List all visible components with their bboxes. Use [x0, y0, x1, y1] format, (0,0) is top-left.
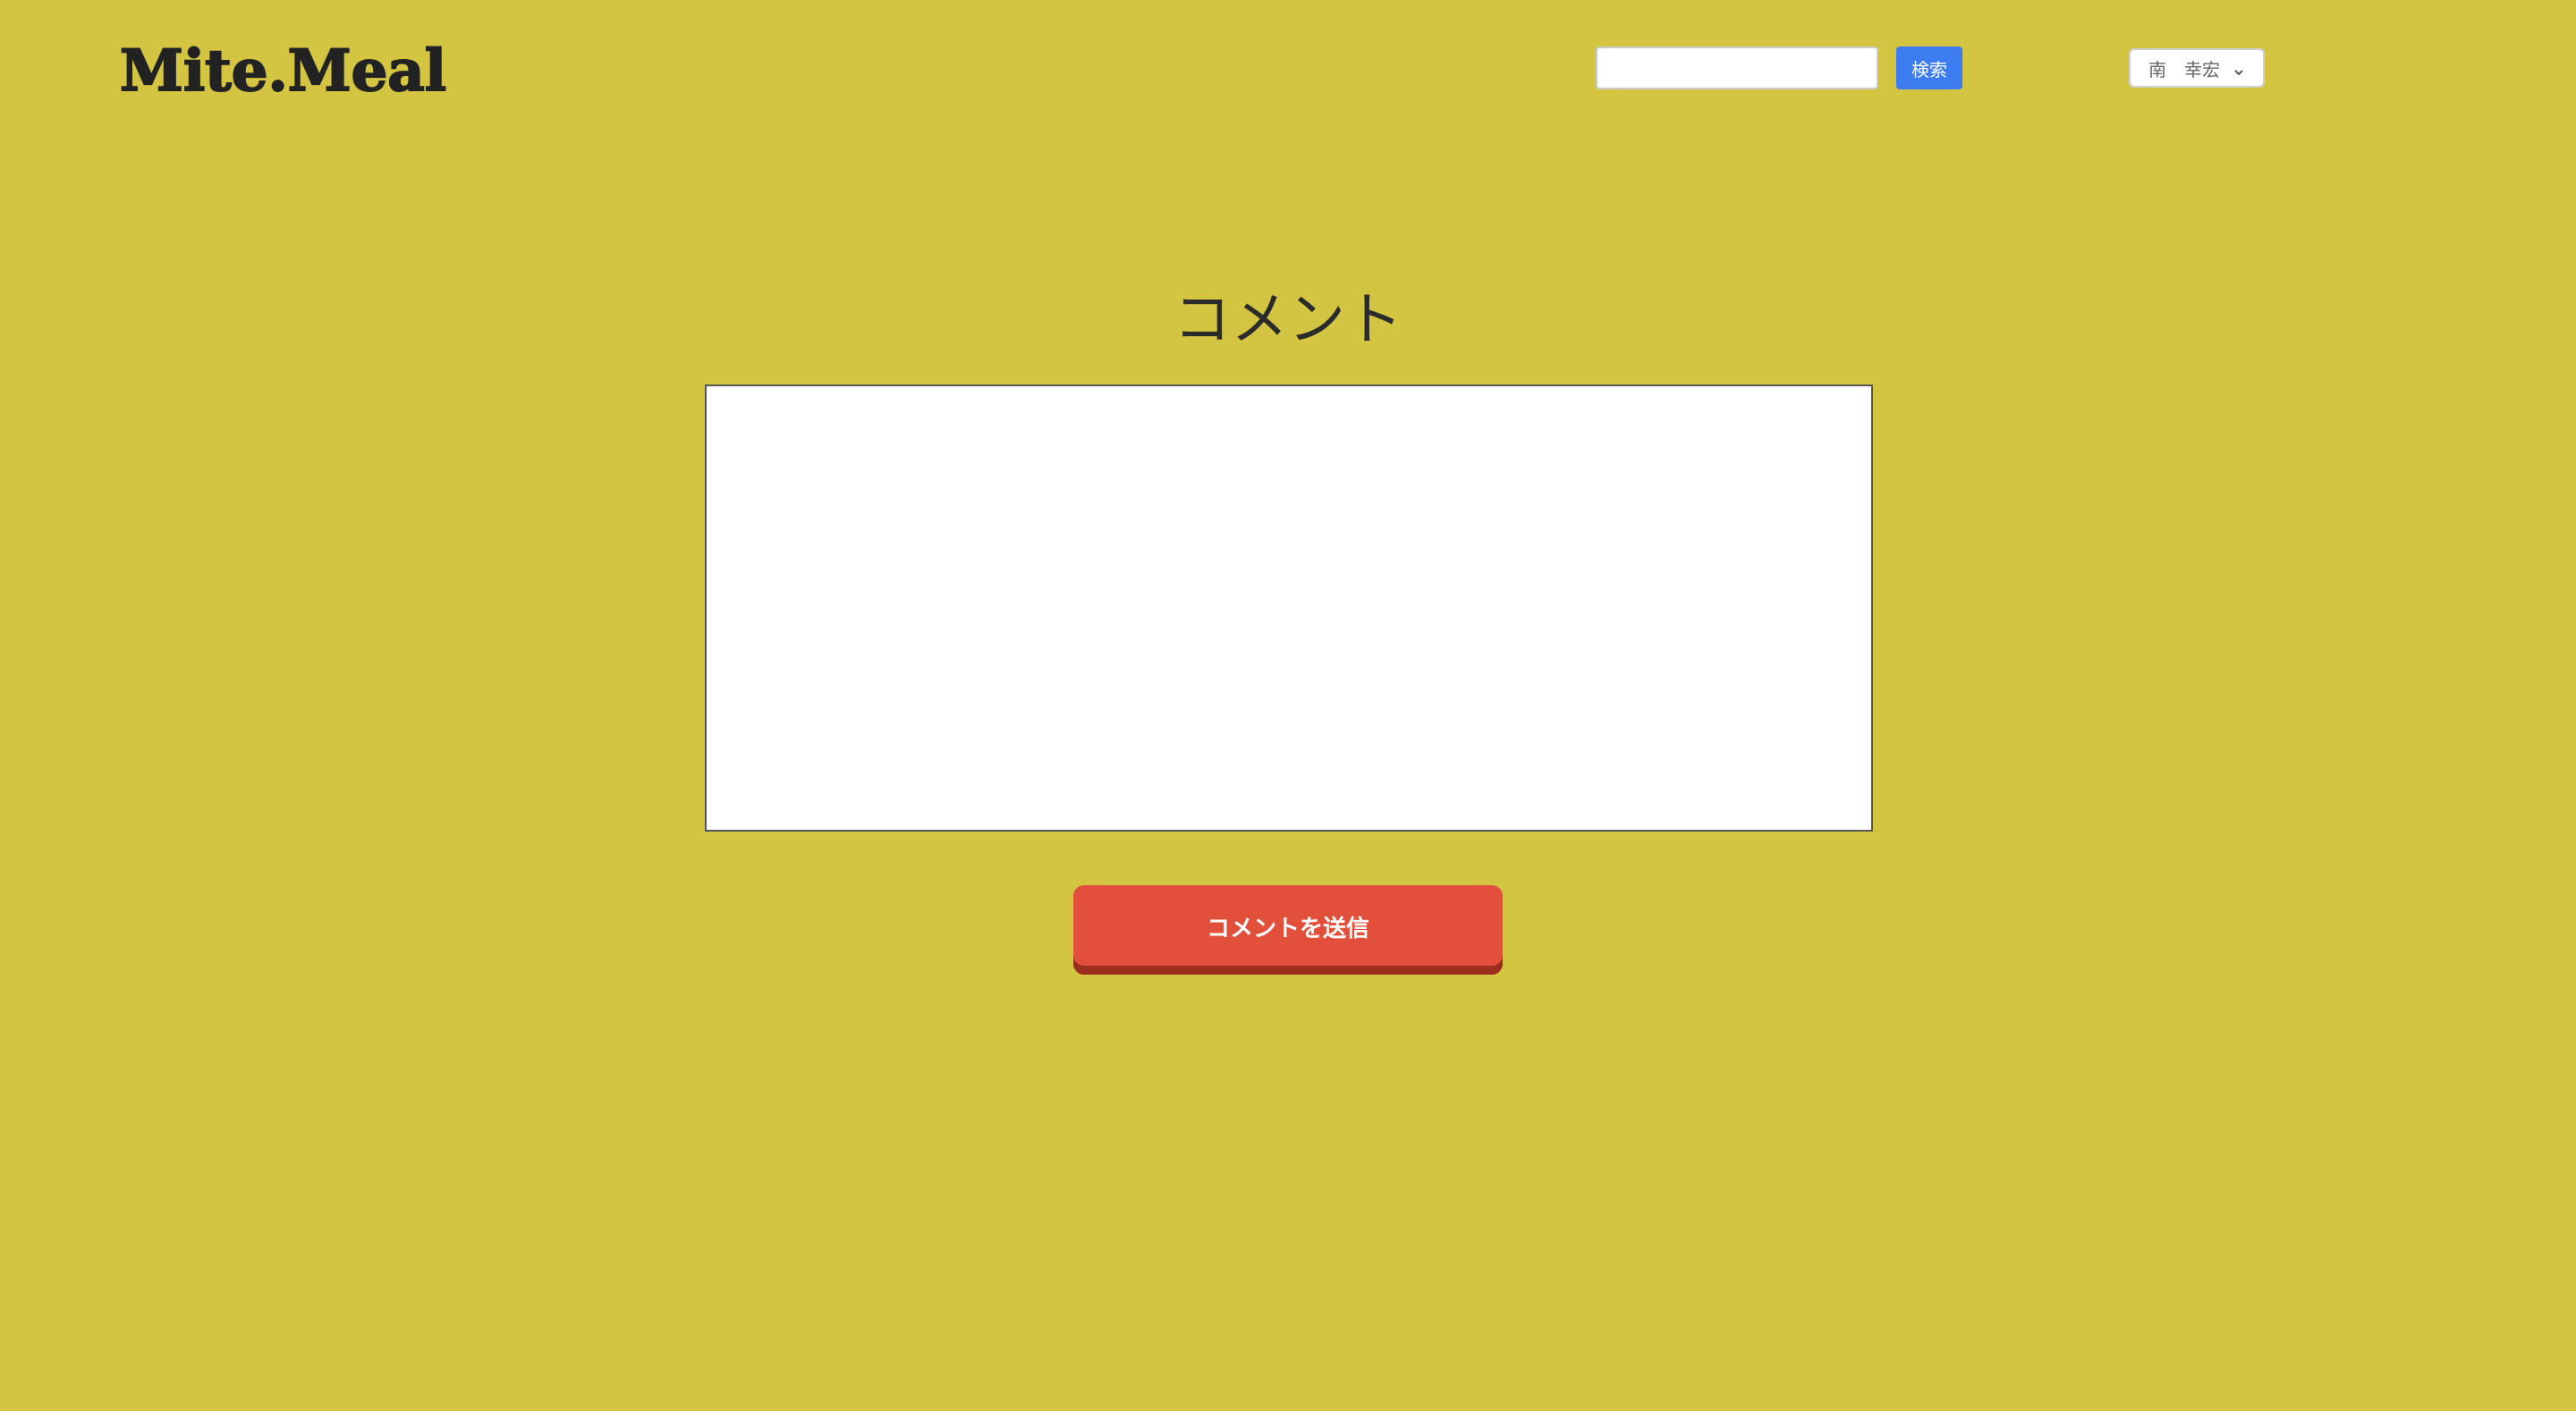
user-menu-dropdown[interactable]: 南 幸宏	[2129, 48, 2265, 88]
search-input[interactable]	[1596, 46, 1878, 89]
site-logo[interactable]: Mite.Meal	[119, 36, 447, 107]
page-title: コメント	[1174, 287, 1402, 353]
search-button[interactable]: 検索	[1896, 46, 1962, 89]
user-name-label: 南 幸宏	[2148, 58, 2220, 80]
chevron-down-icon	[2233, 62, 2245, 76]
comment-textarea[interactable]	[705, 384, 1873, 832]
submit-comment-button[interactable]: コメントを送信	[1073, 885, 1503, 975]
